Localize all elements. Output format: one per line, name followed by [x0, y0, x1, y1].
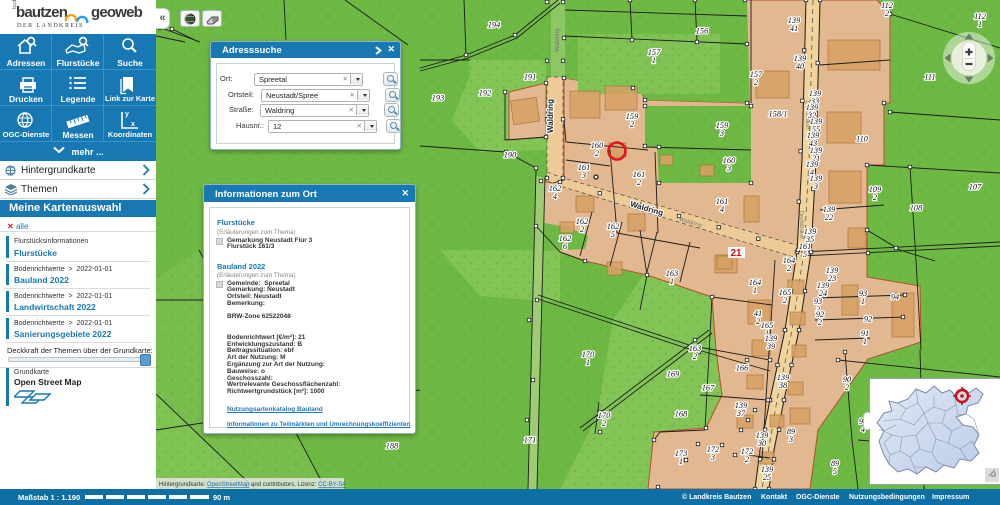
- svg-text:110: 110: [856, 134, 869, 143]
- svg-text:Waldring: Waldring: [546, 99, 555, 133]
- svg-text:39: 39: [766, 342, 776, 351]
- svg-text:40: 40: [796, 62, 805, 71]
- svg-text:1: 1: [586, 358, 590, 367]
- svg-text:166: 166: [736, 363, 749, 372]
- svg-text:3: 3: [710, 453, 715, 462]
- svg-text:92: 92: [864, 314, 872, 323]
- svg-text:2: 2: [580, 225, 584, 234]
- svg-text:1: 1: [753, 286, 757, 295]
- svg-text:22: 22: [825, 213, 833, 222]
- svg-text:5: 5: [803, 250, 807, 259]
- svg-text:156: 156: [696, 26, 709, 35]
- svg-text:3: 3: [726, 164, 731, 173]
- svg-text:3: 3: [719, 129, 724, 138]
- svg-text:25: 25: [763, 473, 771, 482]
- svg-text:5: 5: [611, 230, 615, 239]
- svg-text:4: 4: [553, 192, 557, 201]
- svg-text:2: 2: [787, 264, 791, 273]
- svg-text:Waldring: Waldring: [555, 28, 561, 51]
- svg-text:1: 1: [863, 337, 867, 346]
- svg-text:2: 2: [783, 296, 787, 305]
- svg-text:190: 190: [504, 150, 517, 159]
- svg-text:x: x: [131, 121, 135, 128]
- svg-text:41: 41: [790, 24, 798, 33]
- svg-text:Hintergrundkarte: OpenStreetMa: Hintergrundkarte: OpenStreetMap and cont…: [159, 482, 346, 488]
- svg-text:1: 1: [978, 20, 982, 29]
- svg-text:21: 21: [730, 248, 742, 259]
- svg-text:192: 192: [479, 88, 491, 97]
- svg-text:194: 194: [488, 20, 500, 29]
- svg-text:2: 2: [754, 78, 758, 87]
- svg-text:111: 111: [924, 72, 935, 81]
- svg-text:188: 188: [386, 441, 399, 450]
- svg-text:y: y: [125, 111, 129, 118]
- svg-text:38: 38: [778, 381, 788, 390]
- svg-text:37: 37: [736, 409, 746, 418]
- svg-text:107: 107: [969, 182, 982, 191]
- svg-text:3: 3: [581, 171, 586, 180]
- svg-text:158/1: 158/1: [769, 109, 788, 118]
- svg-text:4: 4: [720, 205, 724, 214]
- svg-text:167: 167: [702, 383, 715, 392]
- svg-text:171: 171: [524, 435, 536, 444]
- svg-text:2: 2: [756, 317, 760, 326]
- svg-text:1: 1: [652, 56, 656, 65]
- svg-text:1: 1: [679, 457, 683, 466]
- svg-text:191: 191: [524, 72, 536, 81]
- svg-text:193: 193: [432, 93, 444, 102]
- svg-text:3: 3: [788, 435, 793, 444]
- svg-text:2: 2: [745, 455, 749, 464]
- svg-text:168: 168: [675, 409, 688, 418]
- svg-text:1: 1: [670, 277, 674, 286]
- svg-text:2: 2: [845, 383, 849, 392]
- svg-text:2: 2: [885, 9, 889, 18]
- svg-text:3: 3: [813, 182, 818, 191]
- svg-text:108: 108: [910, 203, 923, 212]
- svg-text:2: 2: [637, 178, 641, 187]
- svg-text:94: 94: [891, 292, 899, 301]
- svg-text:2: 2: [602, 419, 606, 428]
- svg-text:2: 2: [873, 193, 877, 202]
- svg-text:30: 30: [757, 439, 767, 448]
- svg-text:2: 2: [595, 149, 599, 158]
- svg-text:2: 2: [818, 318, 822, 327]
- svg-text:169: 169: [667, 369, 680, 378]
- svg-text:5: 5: [833, 467, 837, 476]
- svg-text:1: 1: [861, 297, 865, 306]
- svg-text:2: 2: [630, 120, 634, 129]
- svg-text:2: 2: [693, 352, 697, 361]
